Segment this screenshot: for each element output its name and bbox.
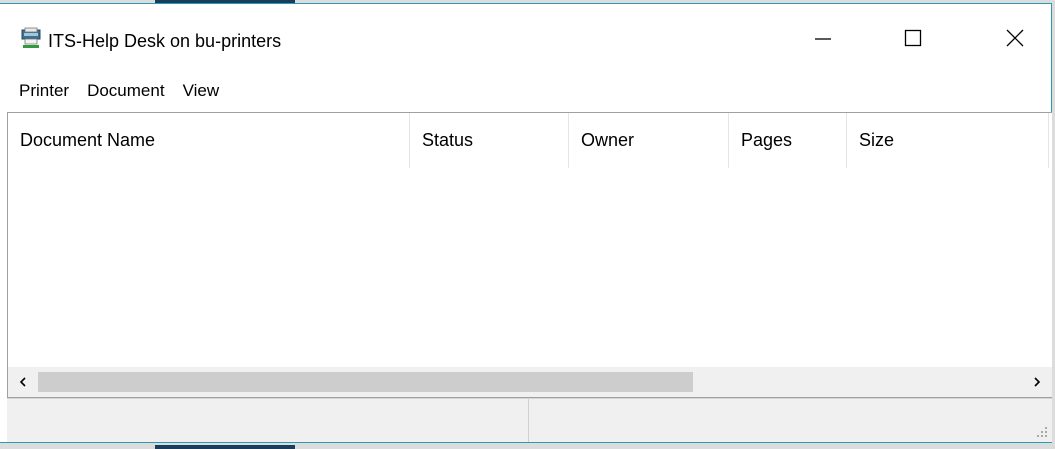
minimize-button[interactable] <box>800 4 846 72</box>
print-queue-list[interactable]: Document Name Status Owner Pages Size <box>7 112 1052 398</box>
maximize-icon <box>904 29 922 47</box>
menu-printer[interactable]: Printer <box>0 79 77 103</box>
column-header-size[interactable]: Size <box>847 113 1049 168</box>
column-header-row: Document Name Status Owner Pages Size <box>8 113 1052 168</box>
scroll-left-button[interactable] <box>8 367 38 397</box>
taskbar-edge <box>155 445 295 449</box>
menu-bar: Printer Document View <box>0 76 1051 106</box>
chevron-left-icon <box>19 377 26 387</box>
menu-document[interactable]: Document <box>77 79 172 103</box>
column-header-document-name[interactable]: Document Name <box>8 113 410 168</box>
printer-queue-icon <box>20 27 42 49</box>
print-queue-window: ITS-Help Desk on bu-printers Printer Doc… <box>0 3 1052 443</box>
column-header-owner[interactable]: Owner <box>569 113 729 168</box>
menu-view[interactable]: View <box>173 79 228 103</box>
status-pane-left <box>7 399 529 442</box>
maximize-button[interactable] <box>890 4 936 72</box>
close-icon <box>1006 29 1024 47</box>
minimize-icon <box>815 38 831 40</box>
window-title: ITS-Help Desk on bu-printers <box>48 31 282 51</box>
resize-grip-icon[interactable] <box>1036 426 1048 438</box>
column-header-pages[interactable]: Pages <box>729 113 847 168</box>
chevron-right-icon <box>1034 377 1041 387</box>
horizontal-scrollbar[interactable] <box>8 367 1052 397</box>
status-bar <box>7 398 1052 442</box>
scroll-right-button[interactable] <box>1022 367 1052 397</box>
column-header-status[interactable]: Status <box>410 113 569 168</box>
close-button[interactable] <box>992 4 1038 72</box>
title-bar[interactable]: ITS-Help Desk on bu-printers <box>0 4 1051 72</box>
scroll-thumb[interactable] <box>38 372 693 392</box>
status-pane-right <box>529 399 1052 442</box>
